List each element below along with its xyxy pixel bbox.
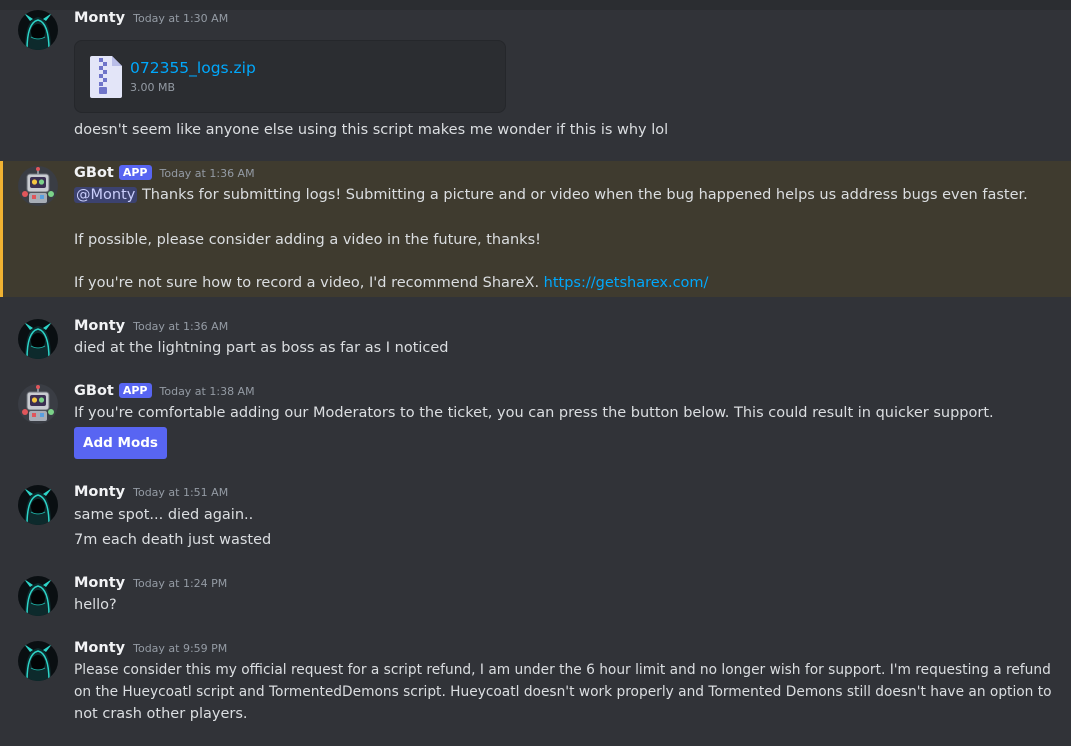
- author-name[interactable]: GBot: [74, 383, 114, 399]
- message-text: If possible, please consider adding a vi…: [74, 232, 541, 248]
- timestamp: Today at 1:51 AM: [133, 486, 229, 499]
- timestamp: Today at 1:24 PM: [133, 577, 228, 590]
- app-badge: APP: [118, 383, 152, 398]
- message-text-segment: If you're not sure how to record a video…: [74, 275, 540, 291]
- message-text: If you're comfortable adding our Moderat…: [74, 405, 994, 421]
- message[interactable]: Monty Today at 1:36 AM died at the light…: [0, 317, 1071, 362]
- zip-file-icon: [90, 56, 122, 98]
- message-header: Monty Today at 1:30 AM: [74, 10, 228, 26]
- message-text: @Monty Thanks for submitting logs! Submi…: [74, 184, 1028, 206]
- app-badge: APP: [118, 165, 152, 180]
- message-text: Please consider this my official request…: [74, 662, 1051, 678]
- message-text: not crash other players.: [74, 706, 248, 722]
- message[interactable]: Monty Today at 1:30 AM 072355_logs.zip 3…: [0, 10, 1071, 160]
- hooded-figure-avatar-icon[interactable]: [18, 10, 58, 50]
- message-header: Monty Today at 1:36 AM: [74, 318, 228, 334]
- timestamp: Today at 9:59 PM: [133, 642, 228, 655]
- author-name[interactable]: Monty: [74, 575, 125, 591]
- message-header: GBot APP Today at 1:38 AM: [74, 383, 255, 399]
- message[interactable]: GBot APP Today at 1:38 AM If you're comf…: [0, 382, 1071, 462]
- message[interactable]: Monty Today at 9:59 PM Please consider t…: [0, 639, 1071, 739]
- message-text-segment: Thanks for submitting logs! Submitting a…: [141, 187, 1028, 203]
- file-size: 3.00 MB: [130, 81, 176, 94]
- author-name[interactable]: Monty: [74, 318, 125, 334]
- message-text: If you're not sure how to record a video…: [74, 272, 708, 294]
- author-name[interactable]: Monty: [74, 640, 125, 656]
- file-attachment[interactable]: 072355_logs.zip 3.00 MB: [74, 40, 506, 113]
- message-text: died at the lightning part as boss as fa…: [74, 340, 449, 356]
- message[interactable]: Monty Today at 1:24 PM hello?: [0, 574, 1071, 619]
- robot-avatar-icon[interactable]: [18, 384, 58, 424]
- user-mention[interactable]: @Monty: [74, 187, 138, 203]
- message-text: 7m each death just wasted: [74, 532, 272, 548]
- message[interactable]: Monty Today at 1:51 AM same spot... died…: [0, 483, 1071, 555]
- author-name[interactable]: Monty: [74, 484, 125, 500]
- author-name[interactable]: Monty: [74, 10, 125, 26]
- message-header: GBot APP Today at 1:36 AM: [74, 165, 255, 181]
- robot-avatar-icon[interactable]: [18, 166, 58, 206]
- message-header: Monty Today at 9:59 PM: [74, 640, 227, 656]
- message-text: on the Hueycoatl script and TormentedDem…: [74, 684, 1052, 700]
- hooded-figure-avatar-icon[interactable]: [18, 641, 58, 681]
- timestamp: Today at 1:36 AM: [159, 167, 255, 180]
- hooded-figure-avatar-icon[interactable]: [18, 319, 58, 359]
- sharex-link[interactable]: https://getsharex.com/: [544, 275, 709, 291]
- timestamp: Today at 1:38 AM: [159, 385, 255, 398]
- hooded-figure-avatar-icon[interactable]: [18, 576, 58, 616]
- message-text: same spot... died again..: [74, 507, 254, 523]
- message-header: Monty Today at 1:51 AM: [74, 484, 228, 500]
- message-text: hello?: [74, 597, 117, 613]
- message-header: Monty Today at 1:24 PM: [74, 575, 227, 591]
- timestamp: Today at 1:36 AM: [133, 320, 229, 333]
- timestamp: Today at 1:30 AM: [133, 12, 229, 25]
- add-mods-button[interactable]: Add Mods: [74, 427, 167, 459]
- hooded-figure-avatar-icon[interactable]: [18, 485, 58, 525]
- author-name[interactable]: GBot: [74, 165, 114, 181]
- top-divider: [0, 0, 1071, 10]
- file-name-link[interactable]: 072355_logs.zip: [130, 59, 256, 77]
- message-highlighted[interactable]: GBot APP Today at 1:36 AM @Monty Thanks …: [0, 161, 1071, 297]
- message-text: doesn't seem like anyone else using this…: [74, 122, 669, 138]
